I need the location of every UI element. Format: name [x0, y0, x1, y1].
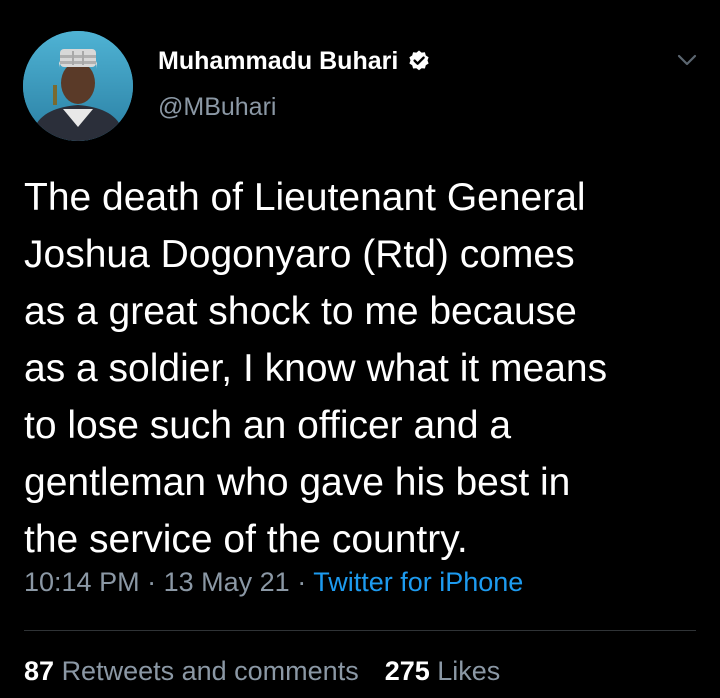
- meta-separator: ·: [147, 567, 157, 597]
- retweets-label: Retweets and comments: [61, 656, 359, 686]
- profile-photo: [23, 31, 133, 141]
- tweet-detail: Muhammadu Buhari @MBuhari The death of L…: [0, 0, 720, 698]
- tweet-metadata: 10:14 PM · 13 May 21 · Twitter for iPhon…: [24, 567, 523, 598]
- chevron-down-icon[interactable]: [676, 52, 698, 68]
- tweet-date[interactable]: 13 May 21: [164, 567, 290, 597]
- retweets-stat[interactable]: 87 Retweets and comments: [24, 656, 359, 687]
- tweet-stats: 87 Retweets and comments 275 Likes: [24, 656, 500, 687]
- author-name-row[interactable]: Muhammadu Buhari: [158, 44, 431, 78]
- author-handle[interactable]: @MBuhari: [158, 93, 276, 122]
- avatar[interactable]: [23, 31, 133, 141]
- likes-stat[interactable]: 275 Likes: [385, 656, 501, 687]
- tweet-time[interactable]: 10:14 PM: [24, 567, 140, 597]
- author-display-name[interactable]: Muhammadu Buhari: [158, 47, 398, 76]
- retweets-count: 87: [24, 656, 55, 686]
- verified-badge-icon: [407, 49, 431, 73]
- meta-separator: ·: [297, 567, 307, 597]
- divider: [24, 630, 696, 631]
- likes-count: 275: [384, 656, 430, 686]
- likes-label: Likes: [437, 656, 501, 686]
- tweet-body-text: The death of Lieutenant General Joshua D…: [24, 176, 608, 561]
- tweet-source-link[interactable]: Twitter for iPhone: [313, 567, 523, 597]
